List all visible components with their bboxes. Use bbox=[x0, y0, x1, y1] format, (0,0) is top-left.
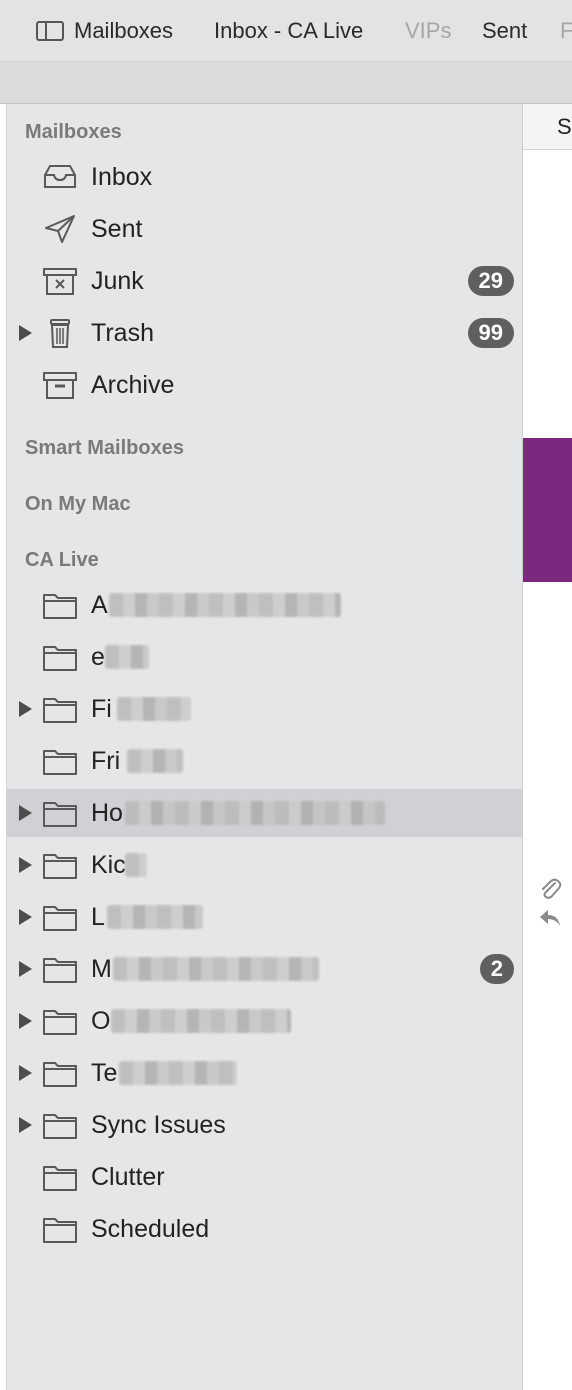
redacted-text bbox=[125, 801, 385, 825]
redacted-text bbox=[125, 853, 147, 877]
sidebar-item-label: Fri bbox=[91, 747, 121, 775]
sidebar-folder-o[interactable]: O bbox=[7, 997, 522, 1045]
disclosure-triangle-icon[interactable] bbox=[19, 909, 32, 925]
section-header-on-my-mac[interactable]: On My Mac bbox=[25, 493, 131, 516]
section-header-mailboxes[interactable]: Mailboxes bbox=[25, 121, 122, 144]
sidebar-item-label: M bbox=[91, 955, 112, 983]
favorite-mailboxes[interactable]: Mailboxes bbox=[74, 16, 173, 46]
sidebar-item-label: L bbox=[91, 903, 105, 931]
disclosure-triangle-icon[interactable] bbox=[19, 961, 32, 977]
sidebar-folder-e[interactable]: e bbox=[7, 633, 522, 681]
message-list: S bbox=[523, 104, 572, 1390]
redacted-text bbox=[117, 697, 191, 721]
sidebar-item-trash[interactable]: Trash 99 bbox=[7, 309, 522, 357]
sidebar-folder-ho[interactable]: Ho bbox=[7, 789, 522, 837]
junk-box-icon bbox=[41, 265, 79, 297]
sidebar-item-junk[interactable]: Junk 29 bbox=[7, 257, 522, 305]
sidebar-folder-scheduled[interactable]: Scheduled bbox=[7, 1205, 522, 1253]
folder-icon bbox=[41, 953, 79, 985]
redacted-text bbox=[113, 957, 319, 981]
sidebar-folder-m[interactable]: M 2 bbox=[7, 945, 522, 993]
redacted-text bbox=[127, 749, 183, 773]
favorite-inbox-ca-live[interactable]: Inbox - CA Live bbox=[214, 16, 363, 46]
disclosure-triangle-icon[interactable] bbox=[19, 1117, 32, 1133]
folder-icon bbox=[41, 901, 79, 933]
sidebar-folder-fri[interactable]: Fri bbox=[7, 737, 522, 785]
sidebar-item-label: Junk bbox=[91, 267, 144, 295]
paper-plane-icon bbox=[41, 213, 79, 245]
unread-count-badge: 2 bbox=[479, 954, 514, 984]
disclosure-triangle-icon[interactable] bbox=[19, 1065, 32, 1081]
section-header-ca-live[interactable]: CA Live bbox=[25, 549, 99, 572]
folder-icon bbox=[41, 1005, 79, 1037]
sidebar-item-archive[interactable]: Archive bbox=[7, 361, 522, 409]
favorite-overflow[interactable]: F bbox=[560, 16, 572, 46]
sidebar-folder-a[interactable]: A bbox=[7, 581, 522, 629]
disclosure-triangle-icon[interactable] bbox=[19, 325, 32, 341]
sidebar-folder-sync-issues[interactable]: Sync Issues bbox=[7, 1101, 522, 1149]
folder-icon bbox=[41, 589, 79, 621]
sidebar-item-label: Ho bbox=[91, 799, 123, 827]
reply-arrow-icon bbox=[540, 910, 560, 926]
sidebar-item-label: Te bbox=[91, 1059, 118, 1087]
sidebar-folder-clutter[interactable]: Clutter bbox=[7, 1153, 522, 1201]
disclosure-triangle-icon[interactable] bbox=[19, 701, 32, 717]
sidebar-folder-kic[interactable]: Kic bbox=[7, 841, 522, 889]
sort-header-label: S bbox=[557, 114, 572, 139]
sidebar-item-label: Inbox bbox=[91, 163, 153, 191]
redacted-text bbox=[111, 1009, 291, 1033]
section-header-smart-mailboxes[interactable]: Smart Mailboxes bbox=[25, 437, 184, 460]
sidebar-toggle-icon[interactable] bbox=[36, 21, 64, 41]
sidebar-item-label: Scheduled bbox=[91, 1215, 210, 1243]
trash-can-icon bbox=[41, 317, 79, 349]
sidebar-item-label: Fi bbox=[91, 695, 112, 723]
sidebar-folder-fi[interactable]: Fi bbox=[7, 685, 522, 733]
sidebar-item-inbox[interactable]: Inbox bbox=[7, 153, 522, 201]
sidebar-item-label: Clutter bbox=[91, 1163, 165, 1191]
inbox-tray-icon bbox=[41, 161, 79, 193]
sort-header[interactable]: S bbox=[523, 104, 572, 150]
favorite-vips[interactable]: VIPs bbox=[405, 16, 451, 46]
redacted-text bbox=[109, 593, 341, 617]
disclosure-triangle-icon[interactable] bbox=[19, 857, 32, 873]
favorite-sent[interactable]: Sent bbox=[482, 16, 527, 46]
sidebar-item-label: Sent bbox=[91, 215, 143, 243]
folder-icon bbox=[41, 641, 79, 673]
sidebar-item-label: e bbox=[91, 643, 105, 671]
folder-icon bbox=[41, 1109, 79, 1141]
unread-count-badge: 29 bbox=[467, 266, 514, 296]
folder-icon bbox=[41, 693, 79, 725]
sidebar-item-label: Trash bbox=[91, 319, 154, 347]
paperclip-icon bbox=[542, 878, 562, 899]
sidebar-item-label: A bbox=[91, 591, 108, 619]
favorites-bar: Mailboxes Inbox - CA Live VIPs Sent F bbox=[0, 0, 572, 62]
sidebar-folder-l[interactable]: L bbox=[7, 893, 522, 941]
selected-message-row[interactable] bbox=[523, 438, 572, 582]
disclosure-triangle-icon[interactable] bbox=[19, 805, 32, 821]
sidebar-folder-te[interactable]: Te bbox=[7, 1049, 522, 1097]
folder-icon bbox=[41, 1057, 79, 1089]
sidebar-item-label: O bbox=[91, 1007, 111, 1035]
toolbar bbox=[0, 62, 572, 104]
sidebar-item-label: Kic bbox=[91, 851, 126, 879]
folder-icon bbox=[41, 849, 79, 881]
folder-icon bbox=[41, 797, 79, 829]
archive-box-icon bbox=[41, 369, 79, 401]
redacted-text bbox=[107, 905, 203, 929]
sidebar-item-label: Archive bbox=[91, 371, 175, 399]
folder-icon bbox=[41, 1161, 79, 1193]
redacted-text bbox=[105, 645, 149, 669]
mailbox-sidebar: Mailboxes Inbox Sent Junk 29 Trash 99 Ar… bbox=[6, 104, 523, 1390]
sidebar-item-sent[interactable]: Sent bbox=[7, 205, 522, 253]
disclosure-triangle-icon[interactable] bbox=[19, 1013, 32, 1029]
folder-icon bbox=[41, 1213, 79, 1245]
redacted-text bbox=[119, 1061, 237, 1085]
unread-count-badge: 99 bbox=[467, 318, 514, 348]
sidebar-item-label: Sync Issues bbox=[91, 1111, 226, 1139]
folder-icon bbox=[41, 745, 79, 777]
